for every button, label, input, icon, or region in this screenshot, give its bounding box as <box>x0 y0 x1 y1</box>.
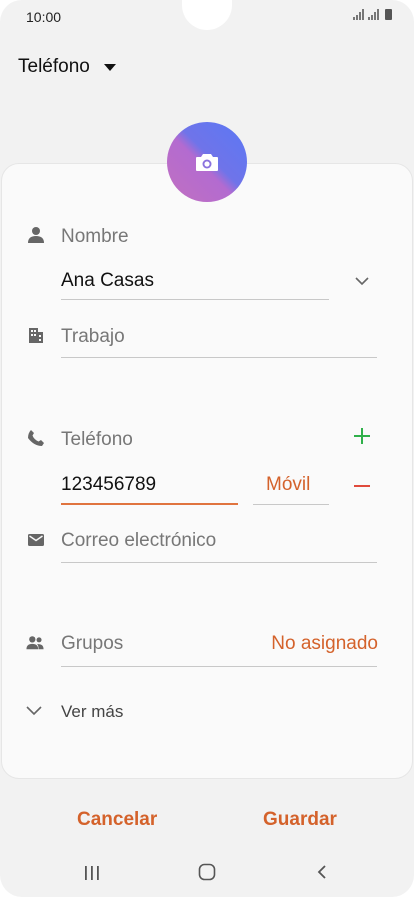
recent-apps-icon[interactable] <box>83 865 101 881</box>
phone-section-label: Teléfono <box>61 429 133 450</box>
navigation-bar <box>0 850 414 894</box>
phone-type-selector[interactable]: Móvil <box>266 474 310 496</box>
name-underline <box>61 299 329 300</box>
building-icon <box>29 328 43 343</box>
save-button[interactable]: Guardar <box>263 809 337 831</box>
signal-icon <box>368 9 379 20</box>
expand-chevron-icon <box>26 706 42 716</box>
work-underline <box>61 357 377 358</box>
email-underline <box>61 562 377 563</box>
email-field[interactable]: Correo electrónico <box>61 530 216 552</box>
add-phone-icon[interactable] <box>353 427 371 445</box>
name-field[interactable]: Ana Casas <box>61 270 154 292</box>
chevron-down-icon[interactable] <box>354 275 370 287</box>
phone-number-underline <box>61 503 238 505</box>
contact-photo-button[interactable] <box>167 122 247 202</box>
phone-number-field[interactable]: 123456789 <box>61 474 156 496</box>
work-field[interactable]: Trabajo <box>61 326 125 348</box>
dropdown-arrow-icon <box>103 63 116 71</box>
camera-icon <box>196 154 218 171</box>
phone-icon <box>28 430 44 446</box>
status-time: 10:00 <box>26 9 62 25</box>
groups-underline <box>61 666 377 667</box>
signal-icon <box>353 9 364 20</box>
phone-type-underline <box>253 504 329 505</box>
groups-label: Grupos <box>61 633 124 654</box>
name-section-label: Nombre <box>61 226 129 247</box>
status-icons <box>353 9 392 20</box>
battery-icon <box>385 9 392 20</box>
email-icon <box>28 534 44 546</box>
person-icon <box>28 227 44 243</box>
see-more-button[interactable]: Ver más <box>61 702 123 722</box>
account-label: Teléfono <box>18 56 90 77</box>
phone-screen: 10:00 Teléfono Nombre Ana Casas Trabajo <box>0 0 414 897</box>
remove-phone-icon[interactable] <box>353 477 371 495</box>
cancel-button[interactable]: Cancelar <box>77 809 157 831</box>
home-icon[interactable] <box>198 863 216 881</box>
storage-account-selector[interactable]: Teléfono <box>18 56 116 78</box>
camera-notch <box>182 0 232 30</box>
groups-value[interactable]: No asignado <box>271 633 378 655</box>
group-icon <box>26 636 44 650</box>
contact-form-card <box>1 163 413 779</box>
back-icon[interactable] <box>316 864 328 880</box>
